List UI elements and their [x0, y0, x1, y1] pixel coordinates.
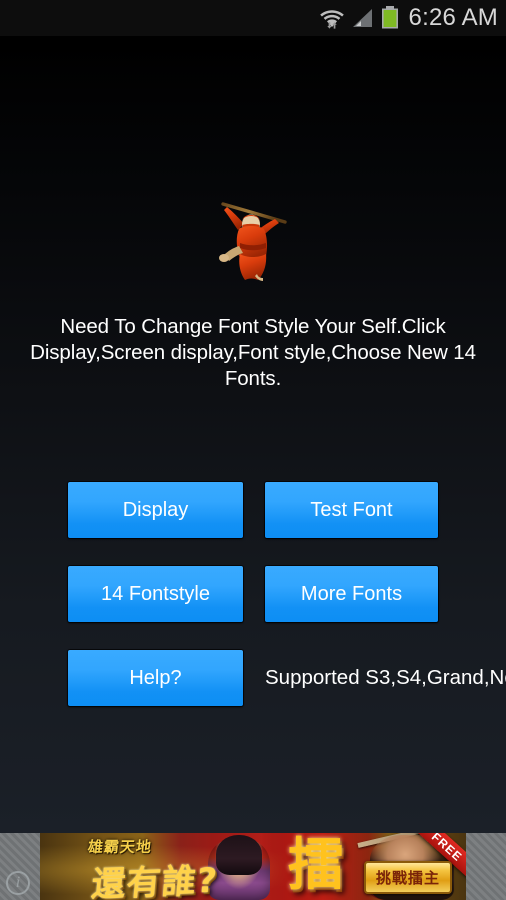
help-button[interactable]: Help?	[68, 650, 243, 706]
ad-headline-text: 還有誰?	[89, 860, 220, 900]
wifi-icon	[319, 6, 345, 30]
warrior-with-staff-illustration	[213, 188, 293, 282]
cellular-signal-icon	[352, 7, 374, 29]
phone-screen: 6:26 AM Need To Change Font Style Your S…	[0, 0, 506, 900]
test-font-button[interactable]: Test Font	[265, 482, 438, 538]
app-content: Need To Change Font Style Your Self.Clic…	[0, 42, 506, 833]
supported-devices-note: Supported S3,S4,Grand,Note	[265, 666, 506, 689]
ad-female-hair	[216, 835, 262, 875]
ad-info-icon[interactable]: i	[6, 871, 30, 895]
status-bar-clock: 6:26 AM	[408, 4, 498, 31]
display-button[interactable]: Display	[68, 482, 243, 538]
ad-center-glyph: 擂	[288, 833, 344, 898]
ad-cta-button[interactable]: 挑戰擂主	[363, 861, 452, 894]
status-bar: 6:26 AM	[0, 0, 506, 36]
ad-banner[interactable]: i 擂 雄霸天地 還有誰? FREE 挑戰擂主	[0, 833, 506, 900]
ad-creative-image[interactable]: 擂 雄霸天地 還有誰? FREE 挑戰擂主	[40, 833, 466, 900]
battery-icon	[381, 6, 399, 30]
ad-game-logo: 雄霸天地	[87, 838, 153, 856]
instruction-text: Need To Change Font Style Your Self.Clic…	[30, 315, 476, 390]
more-fonts-button[interactable]: More Fonts	[265, 566, 438, 622]
14-fontstyle-button[interactable]: 14 Fontstyle	[68, 566, 243, 622]
